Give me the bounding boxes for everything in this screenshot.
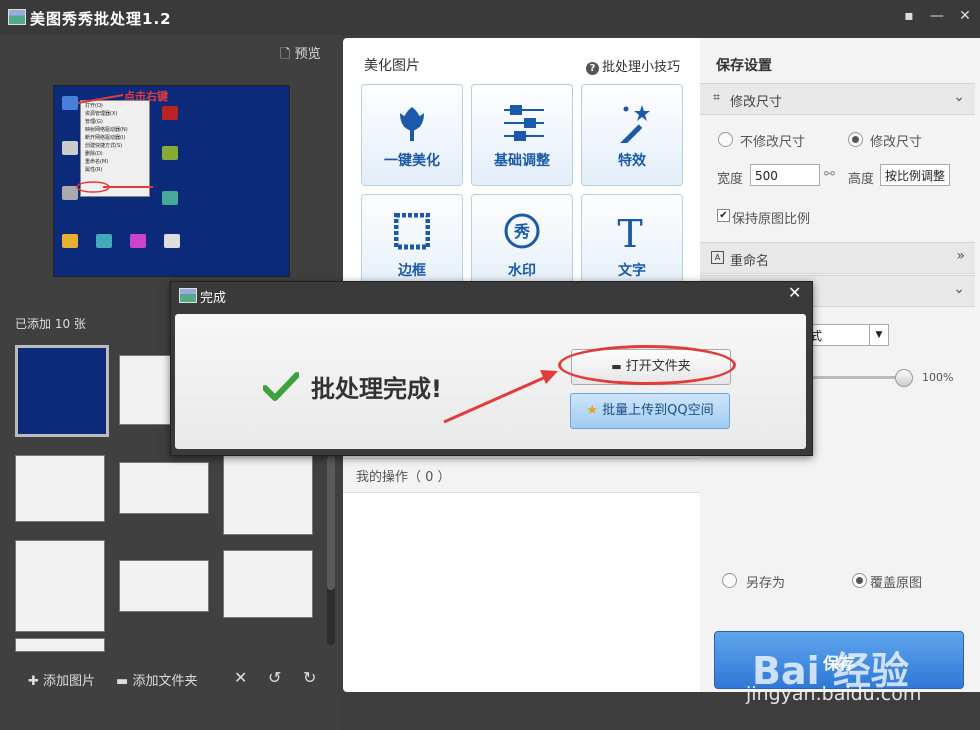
dialog-message: 批处理完成!: [311, 375, 442, 403]
tips-label: 批处理小技巧: [602, 60, 681, 75]
thumbnail[interactable]: [15, 345, 109, 437]
height-label: 高度: [848, 172, 875, 187]
rotate-right-icon[interactable]: ↻: [303, 668, 316, 687]
keep-ratio-label: 保持原图比例: [732, 212, 811, 227]
tool-label: 特效: [618, 153, 646, 169]
chevron-right-icon: »: [956, 248, 965, 264]
width-label: 宽度: [717, 172, 744, 187]
minimize-icon[interactable]: —: [926, 6, 948, 26]
add-image-button[interactable]: ✚ 添加图片: [28, 670, 95, 689]
feedback-icon[interactable]: ▪: [898, 6, 920, 26]
annotation-ellipse: [558, 345, 736, 385]
preview-label: 预览: [294, 47, 321, 62]
tool-label: 文字: [618, 263, 646, 279]
chevron-down-icon: ⌄: [953, 281, 965, 297]
thumbnail[interactable]: [119, 462, 209, 514]
beautify-title: 美化图片: [364, 58, 420, 74]
dropdown-arrow-icon: ▼: [869, 325, 888, 345]
svg-text:秀: 秀: [513, 222, 530, 241]
close-icon[interactable]: ✕: [954, 6, 976, 26]
save-as-radio[interactable]: [722, 573, 737, 588]
svg-text:T: T: [617, 213, 642, 253]
quality-slider-handle[interactable]: [895, 369, 913, 387]
tool-label: 基础调整: [494, 153, 550, 169]
added-count: 已添加 10 张: [15, 317, 86, 331]
preview-button[interactable]: 🗋 预览: [280, 43, 321, 67]
no-resize-radio[interactable]: [718, 132, 733, 147]
rename-icon: A: [711, 251, 724, 264]
width-input[interactable]: 500: [750, 164, 820, 186]
folder-icon: ▬: [116, 674, 129, 689]
overwrite-label: 覆盖原图: [870, 576, 923, 591]
upload-qq-label: 批量上传到QQ空间: [602, 403, 714, 418]
app-icon: [8, 9, 26, 25]
rename-section-header[interactable]: A 重命名 »: [700, 242, 975, 274]
add-image-label: 添加图片: [43, 674, 96, 689]
sliders-icon: [504, 105, 544, 141]
link-icon[interactable]: ⚯: [824, 167, 835, 182]
upload-qq-button[interactable]: ★ 批量上传到QQ空间: [570, 393, 730, 429]
tulip-icon: [400, 107, 424, 141]
thumbnail[interactable]: [223, 455, 313, 535]
text-t-icon: T: [617, 213, 642, 253]
tool-one-click-beautify[interactable]: 一键美化: [361, 84, 463, 186]
tool-label: 边框: [398, 263, 426, 279]
resize-label: 修改尺寸: [870, 135, 923, 150]
resize-radio[interactable]: [848, 132, 863, 147]
tool-effects[interactable]: 特效: [581, 84, 683, 186]
window-title: 美图秀秀批处理1.2: [30, 10, 172, 28]
plus-icon: ✚: [28, 674, 39, 689]
format-select[interactable]: 式 ▼: [805, 324, 889, 346]
delete-icon[interactable]: ✕: [234, 668, 247, 687]
thumbnail[interactable]: [15, 638, 105, 652]
my-operations-label: 我的操作（ 0 ）: [356, 470, 451, 485]
height-input[interactable]: 按比例调整: [880, 164, 950, 186]
resize-section-label: 修改尺寸: [730, 95, 783, 110]
tips-link[interactable]: ? 批处理小技巧: [586, 56, 680, 75]
tool-label: 水印: [508, 263, 536, 279]
save-as-label: 另存为: [746, 576, 786, 591]
resize-section-header[interactable]: ⌗ 修改尺寸 ⌄: [700, 83, 975, 115]
dialog-app-icon: [179, 288, 197, 303]
crop-icon: ⌗: [713, 90, 720, 104]
magic-wand-icon: [620, 105, 650, 143]
save-settings-title: 保存设置: [716, 58, 772, 74]
thumbnail[interactable]: [119, 560, 209, 612]
tool-basic-adjust[interactable]: 基础调整: [471, 84, 573, 186]
star-icon: ★: [586, 403, 599, 418]
add-folder-label: 添加文件夹: [132, 674, 198, 689]
baidu-watermark-url: jingyan.baidu.com: [746, 683, 922, 705]
watermark-seal-icon: 秀: [504, 213, 540, 249]
quality-slider-track[interactable]: [812, 376, 907, 379]
chevron-down-icon: ⌄: [953, 89, 965, 105]
annotation-arrow: [443, 370, 558, 424]
scrollbar-thumb[interactable]: [327, 455, 335, 590]
frame-icon: [394, 213, 430, 250]
keep-ratio-checkbox[interactable]: ✔: [717, 209, 730, 222]
rename-section-label: 重命名: [730, 254, 770, 269]
dialog-title: 完成: [200, 291, 227, 306]
tool-label: 一键美化: [384, 153, 440, 169]
preview-annotation-arrows: [76, 94, 153, 193]
checkmark-icon: [263, 372, 299, 401]
no-resize-label: 不修改尺寸: [740, 135, 806, 150]
add-folder-button[interactable]: ▬ 添加文件夹: [116, 670, 197, 689]
help-icon: ?: [586, 62, 599, 75]
thumbnail[interactable]: [15, 540, 105, 632]
overwrite-radio[interactable]: [852, 573, 867, 588]
rotate-left-icon[interactable]: ↺: [268, 668, 281, 687]
thumbnail[interactable]: [223, 550, 313, 618]
thumbnail[interactable]: [15, 455, 105, 522]
dialog-close-icon[interactable]: ✕: [788, 283, 801, 302]
preview-icon: 🗋: [280, 47, 291, 62]
quality-value: 100%: [922, 371, 954, 384]
title-bar: 美图秀秀批处理1.2 ▪ — ✕: [0, 0, 980, 35]
